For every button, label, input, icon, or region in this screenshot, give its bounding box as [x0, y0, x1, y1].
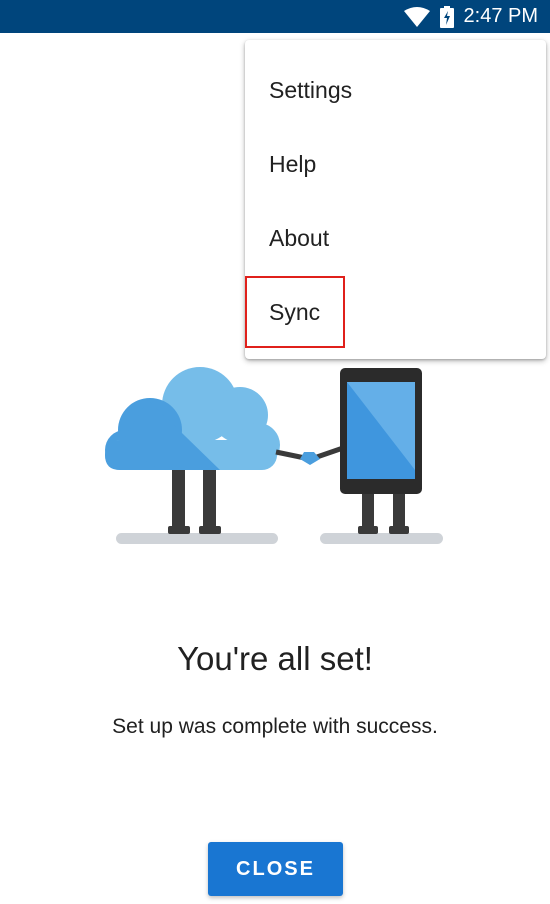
cloud-leg-right [203, 468, 216, 530]
phone-leg-left [362, 490, 374, 532]
cloud-shaking-hands-with-phone-illustration [105, 367, 443, 544]
menu-item-about[interactable]: About [245, 202, 546, 274]
close-button[interactable]: CLOSE [208, 842, 343, 896]
overflow-menu: Settings Help About Sync [245, 40, 546, 359]
phone-shadow [320, 533, 443, 544]
cloud-arm [275, 449, 306, 461]
cloud-body [105, 367, 280, 470]
status-bar: 2:47 PM [0, 0, 550, 33]
cloud-leg-left [172, 468, 185, 530]
phone-leg-right [393, 490, 405, 532]
success-message: Set up was complete with success. [112, 715, 438, 738]
phone-arm [313, 445, 344, 461]
handshake [300, 452, 320, 465]
menu-item-help[interactable]: Help [245, 128, 546, 200]
menu-item-settings[interactable]: Settings [245, 54, 546, 126]
battery-charging-icon [439, 5, 454, 28]
page-title: You're all set! [177, 640, 373, 677]
cloud-shadow [116, 533, 278, 544]
menu-item-sync[interactable]: Sync [245, 276, 345, 348]
status-time: 2:47 PM [463, 5, 538, 27]
wifi-icon [403, 6, 430, 27]
status-icons: 2:47 PM [403, 0, 538, 33]
